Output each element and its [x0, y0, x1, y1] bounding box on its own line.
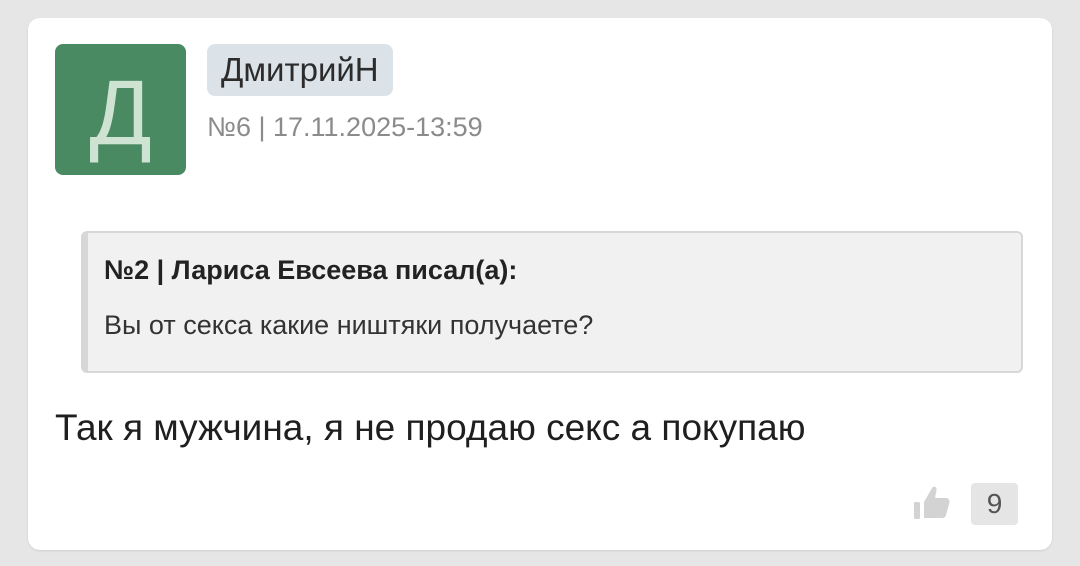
comment-text: Так я мужчина, я не продаю секс а покупа…	[55, 407, 806, 448]
quote-text: Вы от секса какие ништяки получаете?	[104, 310, 594, 340]
comment-card: Д ДмитрийН №6 | 17.11.2025-13:59 №2 | Ла…	[28, 18, 1052, 550]
thumbs-up-icon[interactable]	[912, 482, 952, 522]
username-link[interactable]: ДмитрийН	[207, 44, 393, 96]
like-count: 9	[971, 483, 1018, 525]
avatar-letter: Д	[89, 61, 152, 164]
post-meta: №6 | 17.11.2025-13:59	[207, 112, 483, 142]
avatar[interactable]: Д	[55, 44, 186, 175]
quote-block: №2 | Лариса Евсеева писал(а): Вы от секс…	[81, 231, 1023, 373]
quote-header: №2 | Лариса Евсеева писал(а):	[104, 255, 518, 285]
